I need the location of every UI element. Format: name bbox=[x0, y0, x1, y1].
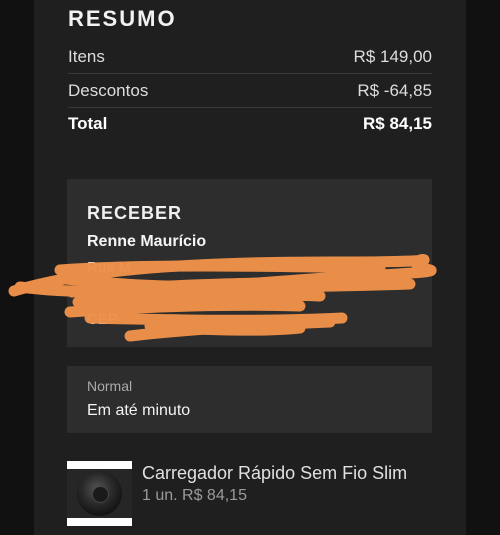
shipping-method-label: Normal bbox=[87, 378, 133, 394]
product-qty-price: 1 un. R$ 84,15 bbox=[142, 487, 247, 504]
product-thumbnail[interactable] bbox=[67, 461, 132, 526]
wireless-charger-image bbox=[77, 471, 122, 516]
shipping-estimate: Em até minuto bbox=[87, 402, 191, 419]
product-name[interactable]: Carregador Rápido Sem Fio Slim bbox=[142, 463, 407, 484]
address-redaction-scribble bbox=[8, 253, 437, 342]
shipping-box[interactable]: Normal Em até minuto bbox=[67, 366, 432, 433]
